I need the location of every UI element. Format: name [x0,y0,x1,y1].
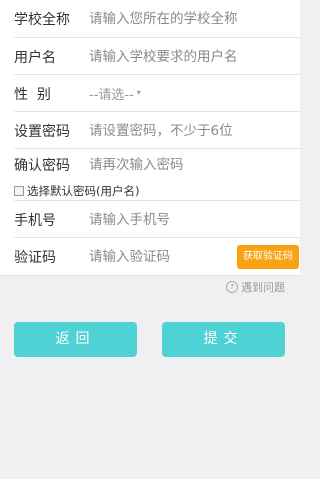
question-circle-icon: ? [226,281,238,293]
phone-label: 手机号 [14,212,56,229]
confirm-input[interactable] [89,157,239,173]
default-password-label: 选择默认密码(用户名) [27,184,140,198]
caret-down-icon: ▾ [136,88,141,97]
gender-select-value: --请选-- [89,88,134,103]
school-label: 学校全称 [14,12,70,28]
password-row: 设置密码 [0,112,300,149]
gender-label: 性 别 [14,86,51,103]
username-row: 用户名 [0,38,300,75]
phone-input[interactable] [89,211,239,228]
username-label: 用户名 [14,49,56,66]
help-text: 遇到问题 [241,281,285,294]
get-code-button[interactable]: 获取验证码 [237,245,299,269]
code-input[interactable] [89,249,209,265]
code-label: 验证码 [14,250,56,266]
register-form: 学校全称 用户名 性 别 --请选--▾ 设置密码 确认密码 选择默认密码(用户… [0,0,300,276]
back-button[interactable]: 返回 [14,322,137,357]
password-label: 设置密码 [14,123,70,140]
password-input[interactable] [89,122,239,139]
confirm-row: 确认密码 [0,149,300,181]
phone-row: 手机号 [0,201,300,238]
help-link[interactable]: ? 遇到问题 [226,279,285,295]
default-password-row: 选择默认密码(用户名) [0,181,300,201]
username-input[interactable] [89,48,239,65]
submit-button[interactable]: 提交 [162,322,285,357]
gender-select[interactable]: --请选-- ▾ [89,84,141,103]
school-input[interactable] [89,11,239,27]
school-row: 学校全称 [0,0,300,38]
gender-row: 性 别 --请选-- ▾ [0,75,300,112]
default-password-checkbox[interactable] [14,186,24,196]
confirm-label: 确认密码 [14,158,70,174]
code-row: 验证码 获取验证码 [0,238,300,276]
